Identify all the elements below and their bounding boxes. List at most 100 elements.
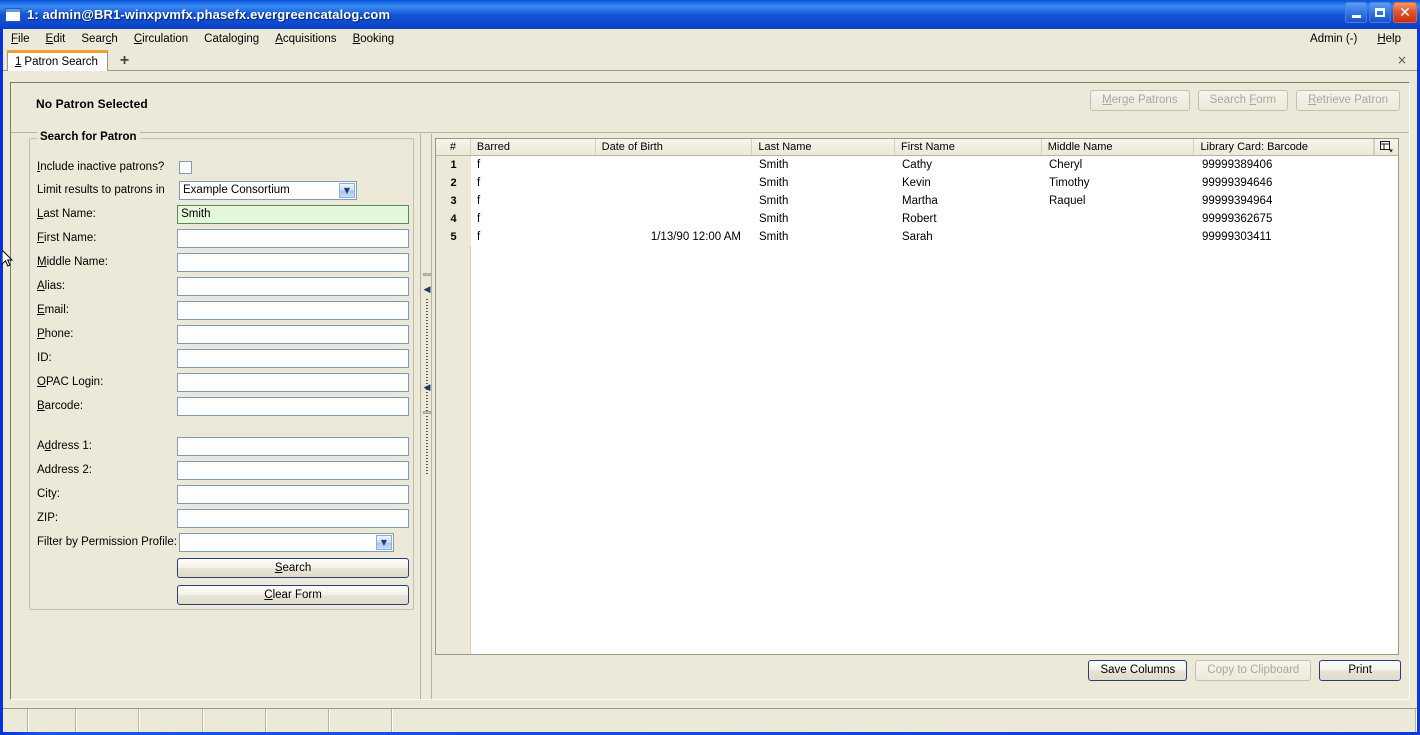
panel-splitter[interactable]: ◀ ◀	[420, 134, 432, 699]
save-columns-button[interactable]: Save Columns	[1088, 660, 1188, 681]
city-input[interactable]	[177, 484, 409, 504]
limit-results-select[interactable]: Example Consortium ▼	[179, 180, 357, 200]
table-row[interactable]: 3 f Smith Martha Raquel 99999394964	[436, 192, 1398, 210]
cell-number: 3	[436, 192, 471, 210]
middle-name-label: Middle Name:	[37, 256, 108, 268]
address-1-input[interactable]	[177, 436, 409, 456]
collapse-left-icon[interactable]: ◀	[423, 286, 431, 295]
col-header-dob[interactable]: Date of Birth	[596, 139, 753, 155]
middle-name-input[interactable]	[177, 252, 409, 272]
search-button[interactable]: Search	[177, 558, 409, 578]
include-inactive-checkbox[interactable]	[179, 160, 192, 174]
minimize-icon	[1351, 14, 1361, 18]
clear-form-button[interactable]: Clear Form	[177, 585, 409, 605]
menu-help[interactable]: Help	[1367, 31, 1411, 47]
email-input[interactable]	[177, 300, 409, 320]
cell-number: 5	[436, 228, 471, 246]
col-header-number[interactable]: #	[436, 139, 471, 155]
limit-results-label: Limit results to patrons in	[37, 184, 165, 196]
status-cell-5	[204, 709, 267, 732]
column-picker-icon[interactable]	[1374, 139, 1398, 155]
splitter-nub-bottom	[423, 411, 431, 414]
col-header-barcode[interactable]: Library Card: Barcode	[1194, 139, 1375, 155]
address-1-label: Address 1:	[37, 440, 92, 452]
collapse-left-icon-2[interactable]: ◀	[423, 384, 431, 393]
cell-barred: f	[477, 213, 481, 225]
grid-body: 1 f Smith Cathy Cheryl 99999389406 2 f S…	[436, 156, 1398, 246]
table-row[interactable]: 4 f Smith Robert 99999362675	[436, 210, 1398, 228]
cell-number: 2	[436, 174, 471, 192]
row-id: ID:	[37, 346, 409, 370]
retrieve-patron-button[interactable]: Retrieve Patron	[1296, 90, 1400, 111]
client-area: File Edit Search Circulation Cataloging …	[3, 29, 1417, 732]
minimize-button[interactable]	[1345, 2, 1367, 23]
last-name-input[interactable]	[177, 204, 409, 224]
cell-barcode: 99999303411	[1202, 231, 1272, 243]
close-button[interactable]: ✕	[1393, 2, 1417, 23]
menu-acquisitions[interactable]: Acquisitions	[267, 31, 344, 47]
cell-last-name: Smith	[759, 177, 789, 189]
id-input[interactable]	[177, 348, 409, 368]
table-row[interactable]: 1 f Smith Cathy Cheryl 99999389406	[436, 156, 1398, 174]
email-label: Email:	[37, 304, 69, 316]
cell-number: 1	[436, 156, 471, 174]
phone-input[interactable]	[177, 324, 409, 344]
copy-to-clipboard-button[interactable]: Copy to Clipboard	[1195, 660, 1312, 681]
limit-results-value: Example Consortium	[183, 184, 290, 196]
splitter-nub-top	[423, 273, 431, 276]
row-address-2: Address 2:	[37, 458, 409, 482]
cell-barred: f	[477, 195, 481, 207]
row-address-1: Address 1:	[37, 434, 409, 458]
permission-profile-select[interactable]: ▼	[179, 532, 394, 552]
maximize-button[interactable]	[1369, 2, 1391, 23]
cell-middle-name	[1043, 228, 1196, 246]
search-form-button[interactable]: Search Form	[1197, 90, 1289, 111]
application-window: 1: admin@BR1-winxpvmfx.phasefx.evergreen…	[0, 0, 1420, 735]
row-barcode: Barcode:	[37, 394, 409, 418]
window-title: 1: admin@BR1-winxpvmfx.phasefx.evergreen…	[27, 7, 391, 22]
close-tab-icon[interactable]: ×	[1397, 53, 1407, 67]
table-row[interactable]: 5 f 1/13/90 12:00 AM Smith Sarah 9999930…	[436, 228, 1398, 246]
menu-admin[interactable]: Admin (-)	[1300, 31, 1367, 47]
row-alias: Alias:	[37, 274, 409, 298]
menu-booking[interactable]: Booking	[345, 31, 403, 47]
col-header-first-name[interactable]: First Name	[895, 139, 1042, 155]
status-cell-4	[140, 709, 204, 732]
alias-input[interactable]	[177, 276, 409, 296]
new-tab-button[interactable]: +	[116, 53, 133, 69]
menu-cataloging[interactable]: Cataloging	[196, 31, 267, 47]
tab-patron-search[interactable]: 1 Patron Search	[7, 50, 108, 71]
cell-first-name: Robert	[902, 213, 937, 225]
menu-edit[interactable]: Edit	[38, 31, 74, 47]
print-button[interactable]: Print	[1319, 660, 1401, 681]
col-header-middle-name[interactable]: Middle Name	[1042, 139, 1195, 155]
chevron-down-icon: ▼	[376, 534, 392, 550]
table-row[interactable]: 2 f Smith Kevin Timothy 99999394646	[436, 174, 1398, 192]
menu-search[interactable]: Search	[73, 31, 125, 47]
row-opac-login: OPAC Login:	[37, 370, 409, 394]
menu-circulation[interactable]: Circulation	[126, 31, 196, 47]
zip-input[interactable]	[177, 508, 409, 528]
col-header-barred[interactable]: Barred	[471, 139, 596, 155]
col-header-last-name[interactable]: Last Name	[752, 139, 896, 155]
address-2-input[interactable]	[177, 460, 409, 480]
cell-barcode: 99999362675	[1202, 213, 1273, 225]
menu-file[interactable]: File	[3, 31, 38, 47]
include-inactive-label: Include inactive patrons?	[37, 161, 165, 173]
cell-barcode: 99999394646	[1202, 177, 1273, 189]
cell-last-name: Smith	[759, 213, 789, 225]
barcode-label: Barcode:	[37, 400, 84, 412]
cell-middle-name	[1043, 210, 1196, 228]
row-first-name: First Name:	[37, 226, 409, 250]
merge-patrons-button[interactable]: Merge Patrons	[1090, 90, 1190, 111]
cell-middle-name: Cheryl	[1049, 159, 1083, 171]
barcode-input[interactable]	[177, 396, 409, 416]
first-name-input[interactable]	[177, 228, 409, 248]
grid-action-buttons: Save Columns Copy to Clipboard Print	[1088, 660, 1401, 681]
patron-status-text: No Patron Selected	[36, 97, 148, 111]
search-for-patron-group: Search for Patron Include inactive patro…	[29, 131, 414, 610]
chevron-down-icon: ▼	[339, 182, 355, 198]
opac-login-input[interactable]	[177, 372, 409, 392]
tab-index: 1	[15, 56, 22, 68]
cell-first-name: Martha	[902, 195, 938, 207]
